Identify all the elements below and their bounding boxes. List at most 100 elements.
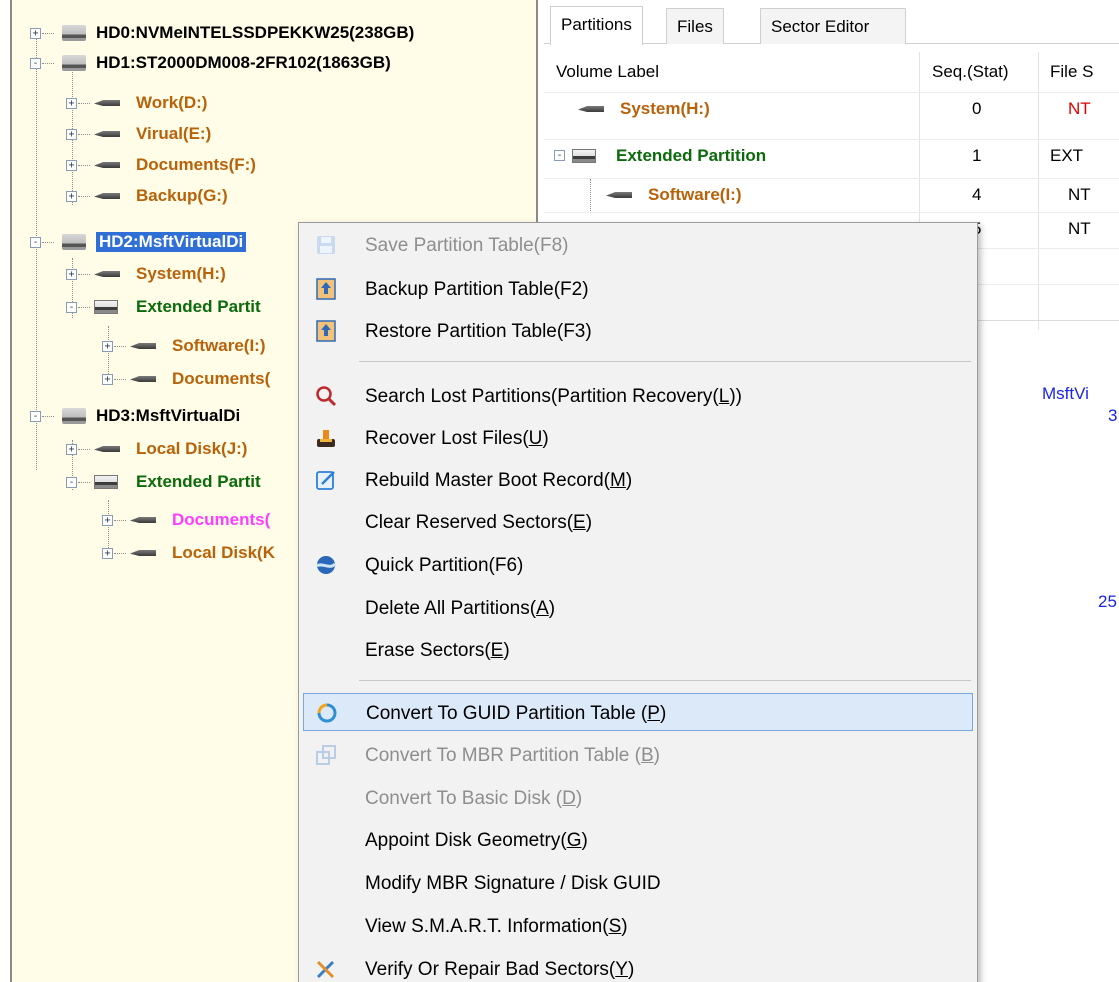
menu-item-erase-sectors[interactable]: Erase Sectors(E) — [303, 631, 973, 669]
expand-toggle[interactable]: + — [102, 341, 113, 352]
collapse-toggle[interactable]: - — [30, 411, 41, 422]
disk-label: HD0:NVMeINTELSSDPEKKW25(238GB) — [96, 23, 415, 42]
table-row[interactable]: - Extended Partition 1 EXT — [544, 139, 1119, 171]
menu-item-label: Convert To MBR Partition Table (B) — [365, 745, 660, 766]
menu-item-backup-partition-table[interactable]: Backup Partition Table(F2) — [303, 270, 973, 308]
search-icon — [316, 386, 337, 407]
menu-item-label: Rebuild Master Boot Record(M) — [365, 470, 633, 491]
partition-label: Local Disk(K — [172, 543, 275, 562]
menu-item-label: Verify Or Repair Bad Sectors(Y) — [365, 959, 635, 980]
menu-item-convert-to-basic-disk[interactable]: Convert To Basic Disk (D) — [303, 779, 973, 817]
save-icon — [317, 236, 335, 254]
menu-item-verify-repair-bad-sectors[interactable]: Verify Or Repair Bad Sectors(Y) — [303, 950, 973, 982]
partition-icon — [130, 341, 156, 351]
menu-item-convert-to-mbr[interactable]: Convert To MBR Partition Table (B) — [303, 736, 973, 774]
tree-item-hd0[interactable]: + HD0:NVMeINTELSSDPEKKW25(238GB) — [12, 18, 536, 48]
extended-partition-icon — [572, 149, 596, 163]
menu-item-quick-partition[interactable]: Quick Partition(F6) — [303, 546, 973, 584]
partition-icon — [94, 269, 120, 279]
extended-label: Extended Partit — [136, 297, 261, 316]
menu-item-label: Modify MBR Signature / Disk GUID — [365, 873, 661, 894]
partition-icon — [94, 191, 120, 201]
table-row[interactable]: System(H:) 0 NT — [544, 92, 1119, 124]
expand-toggle[interactable]: + — [102, 374, 113, 385]
menu-item-convert-to-guid[interactable]: Convert To GUID Partition Table (P) — [303, 693, 973, 731]
collapse-toggle[interactable]: - — [66, 302, 77, 313]
menu-item-modify-mbr-signature[interactable]: Modify MBR Signature / Disk GUID — [303, 864, 973, 902]
expand-toggle[interactable]: + — [66, 191, 77, 202]
disk-capacity-info: 25 — [1098, 592, 1117, 611]
hard-disk-icon — [62, 25, 86, 41]
partition-icon — [94, 129, 120, 139]
collapse-toggle[interactable]: - — [554, 150, 565, 161]
recover-files-icon — [317, 430, 335, 447]
tab-partitions[interactable]: Partitions — [550, 6, 643, 45]
collapse-toggle[interactable]: - — [30, 237, 41, 248]
expand-toggle[interactable]: + — [66, 129, 77, 140]
expand-toggle[interactable]: + — [102, 515, 113, 526]
disk-info-sub: 3 — [1108, 406, 1118, 425]
partition-label: Documents(F:) — [136, 155, 256, 174]
hard-disk-icon — [62, 55, 86, 71]
tree-item-partition[interactable]: + Backup(G:) — [12, 181, 536, 211]
collapse-toggle[interactable]: - — [66, 477, 77, 488]
menu-item-restore-partition-table[interactable]: Restore Partition Table(F3) — [303, 312, 973, 350]
menu-item-label: View S.M.A.R.T. Information(S) — [365, 916, 628, 937]
disk-context-menu: Save Partition Table(F8) Backup Partitio… — [298, 222, 978, 982]
file-system-cell: NT — [1068, 219, 1091, 238]
partition-icon — [130, 548, 156, 558]
column-header-file-system[interactable]: File S — [1050, 52, 1093, 92]
menu-item-save-partition-table[interactable]: Save Partition Table(F8) — [303, 226, 973, 264]
partition-icon — [130, 515, 156, 525]
expand-toggle[interactable]: + — [66, 269, 77, 280]
tree-item-hd1[interactable]: - HD1:ST2000DM008-2FR102(1863GB) — [12, 48, 536, 78]
tree-item-partition[interactable]: + Work(D:) — [12, 88, 536, 118]
disk-label: HD3:MsftVirtualDi — [96, 406, 241, 425]
partition-icon — [94, 444, 120, 454]
menu-item-label: Convert To GUID Partition Table (P) — [366, 703, 667, 724]
convert-guid-icon — [317, 703, 337, 723]
column-header-seq[interactable]: Seq.(Stat) — [932, 52, 1009, 92]
partition-icon — [130, 374, 156, 384]
menu-item-label: Quick Partition(F6) — [365, 555, 524, 576]
menu-item-appoint-disk-geometry[interactable]: Appoint Disk Geometry(G) — [303, 821, 973, 859]
menu-item-label: Recover Lost Files(U) — [365, 428, 549, 449]
menu-item-label: Search Lost Partitions(Partition Recover… — [365, 386, 742, 407]
tab-sector-editor[interactable]: Sector Editor — [760, 8, 906, 44]
extended-partition-icon — [94, 300, 118, 314]
convert-mbr-icon — [316, 745, 336, 765]
seq-cell: 1 — [972, 146, 982, 165]
tree-item-partition[interactable]: + Documents(F:) — [12, 150, 536, 180]
menu-item-label: Save Partition Table(F8) — [365, 235, 569, 256]
tab-files[interactable]: Files — [666, 8, 724, 44]
menu-item-rebuild-mbr[interactable]: Rebuild Master Boot Record(M) — [303, 461, 973, 499]
menu-item-clear-reserved-sectors[interactable]: Clear Reserved Sectors(E) — [303, 503, 973, 541]
menu-item-label: Delete All Partitions(A) — [365, 598, 556, 619]
expand-toggle[interactable]: + — [102, 548, 113, 559]
menu-item-view-smart-info[interactable]: View S.M.A.R.T. Information(S) — [303, 907, 973, 945]
menu-item-label: Backup Partition Table(F2) — [365, 279, 589, 300]
file-system-cell: EXT — [1050, 146, 1084, 165]
tab-bar: Partitions Files Sector Editor — [544, 0, 1119, 45]
menu-item-search-lost-partitions[interactable]: Search Lost Partitions(Partition Recover… — [303, 377, 973, 415]
quick-partition-icon — [316, 556, 337, 574]
expand-toggle[interactable]: + — [66, 160, 77, 171]
menu-item-recover-lost-files[interactable]: Recover Lost Files(U) — [303, 419, 973, 457]
volume-label-cell: System(H:) — [620, 99, 710, 118]
expand-toggle[interactable]: + — [66, 444, 77, 455]
extended-partition-icon — [94, 475, 118, 489]
menu-item-label: Restore Partition Table(F3) — [365, 321, 592, 342]
menu-separator — [359, 680, 971, 681]
hard-disk-icon — [62, 408, 86, 424]
menu-item-delete-all-partitions[interactable]: Delete All Partitions(A) — [303, 589, 973, 627]
column-header-volume-label[interactable]: Volume Label — [556, 52, 659, 92]
expand-toggle[interactable]: + — [30, 28, 41, 39]
partition-label: Documents( — [172, 510, 271, 529]
partition-label: Virual(E:) — [136, 124, 212, 143]
seq-cell: 0 — [972, 99, 982, 118]
tree-item-partition[interactable]: + Virual(E:) — [12, 119, 536, 149]
collapse-toggle[interactable]: - — [30, 58, 41, 69]
partition-icon — [606, 190, 632, 200]
expand-toggle[interactable]: + — [66, 98, 77, 109]
table-row[interactable]: Software(I:) 4 NT — [544, 178, 1119, 211]
